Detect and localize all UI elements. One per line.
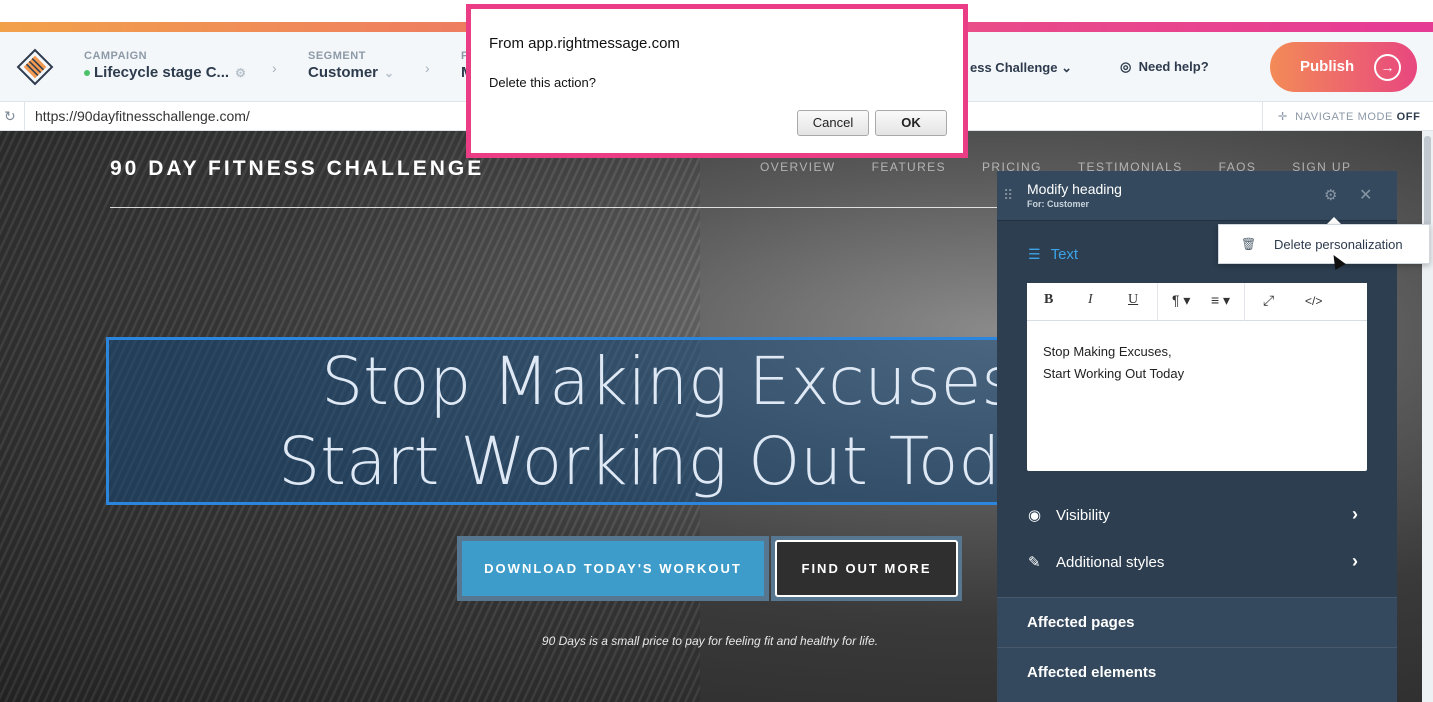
campaign-label: CAMPAIGN	[84, 50, 148, 62]
code-view-icon[interactable]: </>	[1305, 294, 1322, 308]
download-workout-button[interactable]: DOWNLOAD TODAY'S WORKOUT	[462, 541, 764, 596]
url-input[interactable]: https://90dayfitnesschallenge.com/	[35, 108, 250, 124]
panel-footer-sections: Affected pages Affected elements	[997, 597, 1397, 702]
app-logo-icon[interactable]	[16, 48, 54, 86]
secondary-cta-wrapper: FIND OUT MORE	[771, 536, 962, 601]
crosshair-icon: ✛	[1278, 111, 1288, 123]
headline-line-2: Start Working Out Today	[278, 423, 1080, 500]
project-selector[interactable]: ess Challenge ⌄	[970, 60, 1072, 76]
chevron-down-icon: ⌄	[384, 66, 395, 80]
scrollbar-thumb[interactable]	[1424, 136, 1431, 226]
align-button[interactable]: ≡ ▾	[1211, 292, 1230, 309]
additional-styles-row[interactable]: ✎ Additional styles	[1028, 553, 1164, 571]
underline-button[interactable]: U	[1128, 292, 1138, 308]
divider	[1262, 102, 1263, 131]
editor-line-1: Stop Making Excuses,	[1043, 344, 1172, 359]
additional-styles-label: Additional styles	[1056, 554, 1165, 571]
publish-button[interactable]: Publish →	[1270, 42, 1417, 92]
site-nav-overview[interactable]: OVERVIEW	[760, 160, 836, 174]
lifebuoy-icon: ◎	[1120, 59, 1132, 74]
italic-button[interactable]: I	[1088, 292, 1093, 308]
trash-icon: 🗑	[1241, 237, 1257, 251]
close-icon[interactable]: ✕	[1359, 185, 1372, 205]
paragraph-button[interactable]: ¶ ▾	[1172, 292, 1190, 309]
refresh-icon[interactable]: ↻	[4, 108, 16, 125]
chevron-right-icon: ›	[272, 60, 277, 76]
chevron-right-icon[interactable]: ›	[1352, 551, 1358, 572]
panel-title: Modify heading	[1027, 181, 1122, 197]
eye-icon: ◉	[1028, 507, 1042, 524]
dialog-message: Delete this action?	[489, 75, 596, 90]
gear-icon[interactable]: ⚙	[235, 66, 246, 80]
visibility-label: Visibility	[1056, 507, 1110, 524]
brush-icon: ✎	[1028, 554, 1041, 571]
chevron-right-icon[interactable]: ›	[1352, 504, 1358, 525]
divider	[997, 597, 1397, 598]
project-name: ess Challenge	[970, 60, 1058, 75]
headline-line-1: Stop Making Excuses,	[321, 343, 1037, 420]
paragraph-icon: ¶	[1172, 292, 1180, 308]
editor-line-2: Start Working Out Today	[1043, 366, 1185, 381]
align-icon: ≡	[1211, 292, 1220, 308]
divider	[24, 102, 25, 131]
affected-pages-link[interactable]: Affected pages	[1027, 614, 1135, 631]
panel-subtitle: For: Customer	[1027, 199, 1090, 209]
scrollbar[interactable]	[1422, 131, 1433, 702]
context-menu-pointer	[1327, 217, 1341, 224]
divider	[1157, 283, 1158, 321]
status-dot-icon	[84, 70, 90, 77]
publish-label: Publish	[1300, 58, 1355, 75]
campaign-value: Lifecycle stage C...	[94, 64, 230, 81]
cancel-button[interactable]: Cancel	[797, 110, 869, 136]
divider	[997, 647, 1397, 648]
confirm-dialog: From app.rightmessage.com Delete this ac…	[466, 4, 968, 158]
campaign-selector[interactable]: CAMPAIGN Lifecycle stage C... ⚙	[84, 50, 246, 81]
align-left-icon: ☰	[1028, 246, 1041, 262]
visibility-row[interactable]: ◉ Visibility	[1028, 506, 1110, 524]
segment-value: Customer	[308, 64, 379, 81]
navigate-mode-label: NAVIGATE MODE	[1295, 111, 1393, 123]
selected-heading[interactable]: Stop Making Excuses, Start Working Out T…	[106, 337, 1106, 505]
text-section-header[interactable]: ☰ Text	[1028, 246, 1078, 263]
editor-toolbar: B I U ¶ ▾ ≡ ▾ ⤢ </>	[1027, 283, 1367, 321]
editor-content[interactable]: Stop Making Excuses, Start Working Out T…	[1043, 341, 1184, 385]
help-link[interactable]: ◎ Need help?	[1120, 59, 1209, 75]
ok-button[interactable]: OK	[875, 110, 947, 136]
segment-label: SEGMENT	[308, 50, 366, 62]
fullscreen-icon[interactable]: ⤢	[1263, 292, 1274, 309]
gear-icon[interactable]: ⚙	[1324, 186, 1337, 204]
site-title[interactable]: 90 DAY FITNESS CHALLENGE	[110, 157, 484, 181]
dialog-origin: From app.rightmessage.com	[489, 35, 680, 52]
primary-cta-wrapper: DOWNLOAD TODAY'S WORKOUT	[457, 536, 769, 601]
affected-elements-link[interactable]: Affected elements	[1027, 664, 1156, 681]
segment-selector[interactable]: SEGMENT Customer ⌄	[308, 50, 394, 81]
delete-personalization-item[interactable]: Delete personalization	[1274, 237, 1403, 252]
hero-headline: Stop Making Excuses, Start Working Out T…	[109, 342, 1103, 502]
context-menu: 🗑 Delete personalization	[1218, 224, 1430, 264]
navigate-mode-state: OFF	[1396, 111, 1421, 123]
site-nav-features[interactable]: FEATURES	[872, 160, 946, 174]
rich-text-editor[interactable]: B I U ¶ ▾ ≡ ▾ ⤢ </> Stop Making Excuses,…	[1027, 283, 1367, 471]
find-out-more-button[interactable]: FIND OUT MORE	[775, 540, 958, 597]
bold-button[interactable]: B	[1044, 292, 1053, 308]
chevron-down-icon: ⌄	[1061, 60, 1072, 75]
hero-tagline: 90 Days is a small price to pay for feel…	[541, 634, 879, 648]
drag-handle-icon[interactable]: ⠿	[1003, 187, 1013, 204]
arrow-right-icon: →	[1374, 54, 1401, 81]
help-label: Need help?	[1138, 59, 1209, 74]
text-section-label: Text	[1050, 246, 1079, 263]
chevron-right-icon: ›	[425, 60, 430, 76]
navigate-mode-toggle[interactable]: ✛ NAVIGATE MODE OFF	[1278, 110, 1420, 123]
panel-header: ⠿ Modify heading For: Customer ⚙ ✕	[997, 171, 1397, 221]
divider	[1244, 283, 1245, 321]
